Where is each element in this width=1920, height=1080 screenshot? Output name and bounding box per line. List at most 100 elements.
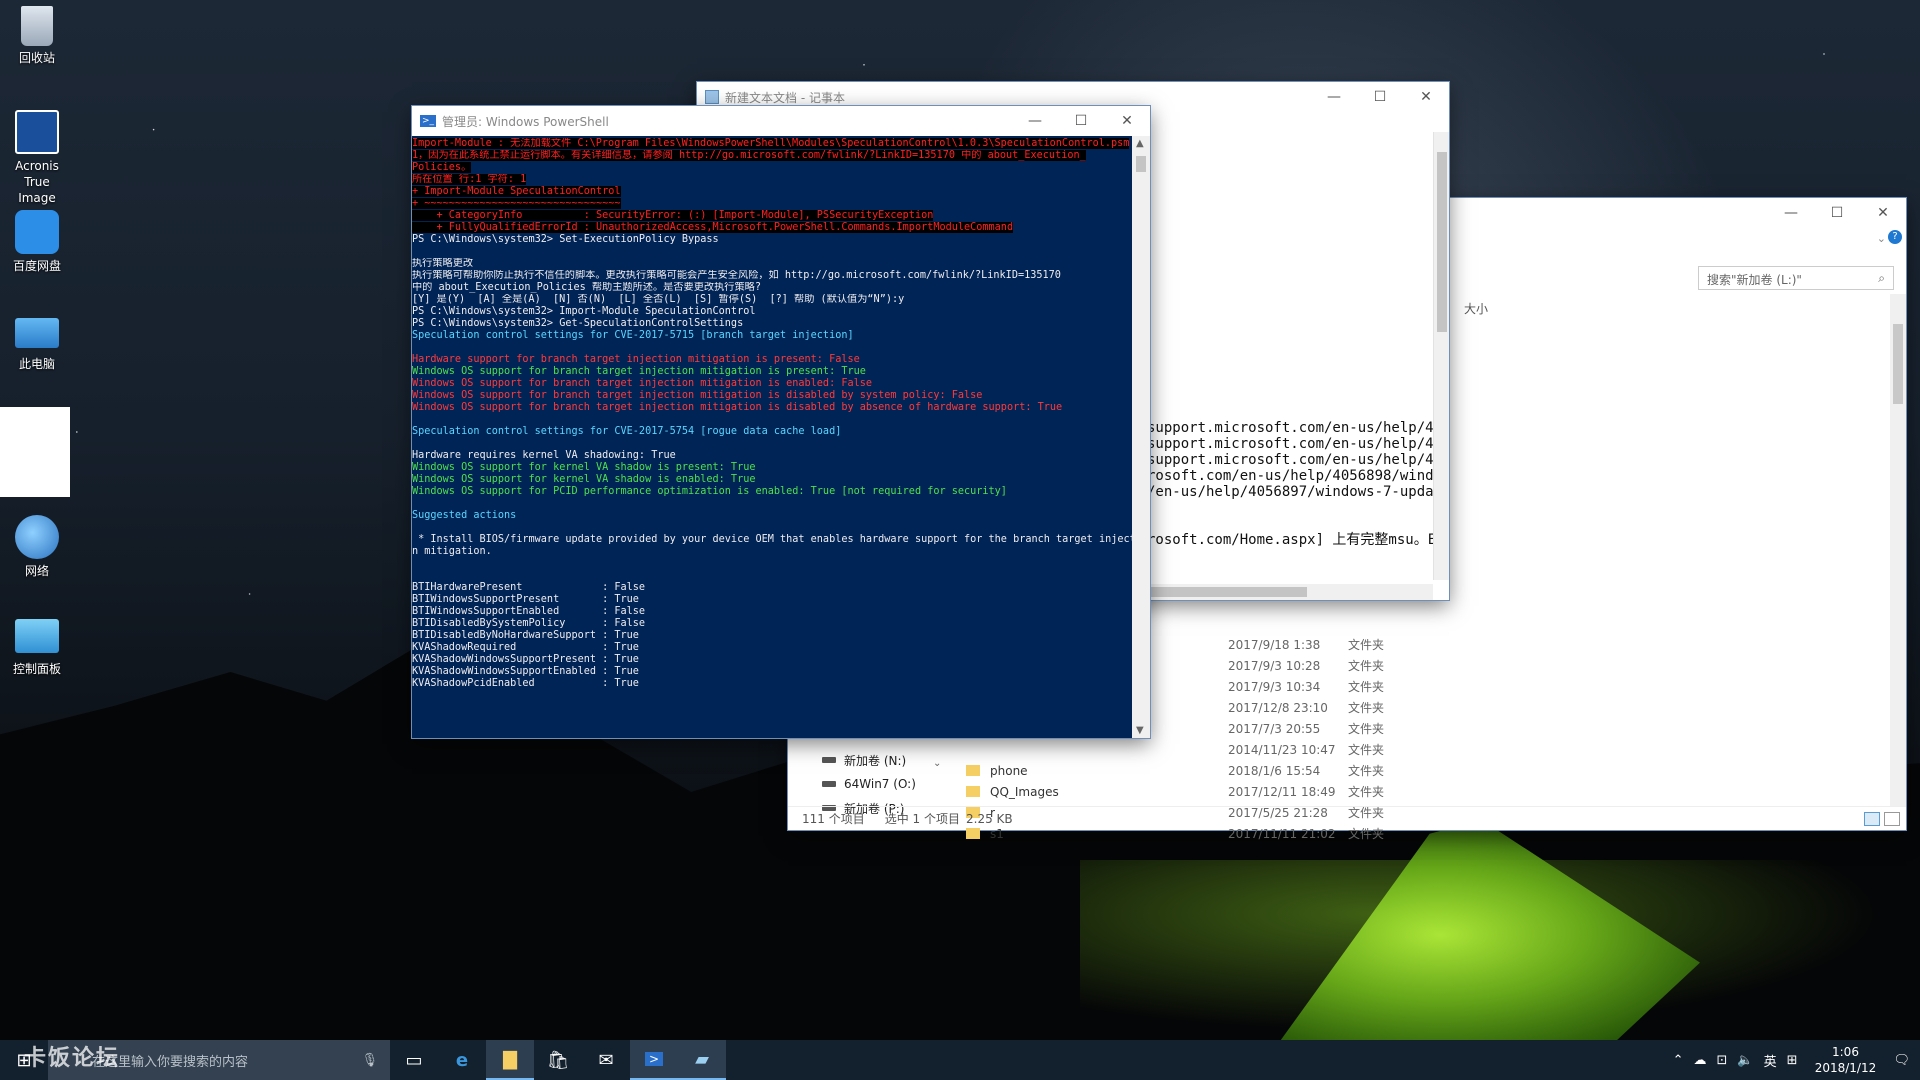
ime-indicator[interactable]: 英 bbox=[1764, 1051, 1777, 1070]
file-name: QQ_Images bbox=[990, 784, 1059, 799]
computer-icon bbox=[15, 318, 59, 348]
file-date: 2017/9/3 10:34 bbox=[1228, 679, 1321, 694]
console-line: Windows OS support for branch target inj… bbox=[412, 366, 1132, 378]
desktop-icon-label: 控制面板 bbox=[12, 662, 61, 676]
console-line-text: PS C:\Windows\system32> Get-SpeculationC… bbox=[412, 318, 744, 329]
nav-scroll-down-icon[interactable]: ⌄ bbox=[933, 758, 941, 769]
powershell-icon: > bbox=[644, 1052, 664, 1066]
console-line-text: + FullyQualifiedErrorId : UnauthorizedAc… bbox=[412, 222, 1014, 233]
scrollbar-thumb[interactable] bbox=[1136, 156, 1146, 172]
nav-item-drive-n[interactable]: 新加卷 (N:) bbox=[788, 748, 938, 772]
console-line-text: PS C:\Windows\system32> Set-ExecutionPol… bbox=[412, 234, 719, 245]
desktop-icon-this-pc[interactable]: 此电脑 bbox=[6, 312, 68, 372]
large-icons-view-icon[interactable] bbox=[1884, 811, 1900, 826]
folder-icon bbox=[966, 786, 980, 797]
desktop-icon-acronis[interactable]: Acronis True Image bbox=[6, 110, 68, 206]
task-view-button[interactable]: ▭ bbox=[390, 1040, 438, 1080]
taskbar-edge[interactable]: e bbox=[438, 1040, 486, 1080]
console-line: KVAShadowWindowsSupportEnabled : True bbox=[412, 666, 1132, 678]
console-line-text: 执行策略可帮助你防止执行不信任的脚本。更改执行策略可能会产生安全风险，如 htt… bbox=[412, 270, 1061, 281]
scrollbar-thumb[interactable] bbox=[1437, 152, 1447, 332]
scroll-down-icon[interactable]: ▼ bbox=[1136, 725, 1144, 736]
minimize-button[interactable]: — bbox=[1311, 82, 1357, 112]
scrollbar-thumb[interactable] bbox=[1893, 324, 1903, 404]
file-type: 文件夹 bbox=[1348, 638, 1385, 652]
action-center-icon[interactable]: 🗨 bbox=[1893, 1053, 1910, 1068]
console-line-text: Windows OS support for PCID performance … bbox=[412, 486, 1007, 497]
close-button[interactable]: ✕ bbox=[1104, 106, 1150, 136]
taskbar: ⊞ 在这里输入你要搜索的内容 🎙 ▭ e ▇ 🛍 ✉ > ▰ ⌃ ☁ ⊡ 🔈 英… bbox=[0, 1040, 1920, 1080]
file-row[interactable]: phone 2018/1/6 15:54 文件夹 bbox=[966, 760, 1384, 781]
taskbar-mail[interactable]: ✉ bbox=[582, 1040, 630, 1080]
scroll-up-icon[interactable]: ▲ bbox=[1136, 138, 1144, 149]
network-icon[interactable]: ⊡ bbox=[1716, 1053, 1727, 1068]
maximize-button[interactable]: ☐ bbox=[1814, 198, 1860, 228]
taskbar-store[interactable]: 🛍 bbox=[534, 1040, 582, 1080]
close-button[interactable]: ✕ bbox=[1403, 82, 1449, 112]
desktop-icon-control-panel[interactable]: 控制面板 bbox=[6, 615, 68, 677]
console-line: 1，因为在此系统上禁止运行脚本。有关详细信息，请参阅 http://go.mic… bbox=[412, 150, 1132, 162]
file-row[interactable]: QQ_Images 2017/12/11 18:49 文件夹 bbox=[966, 781, 1384, 802]
selected-count: 选中 1 个项目 bbox=[884, 812, 960, 826]
console-line-text: Windows OS support for branch target inj… bbox=[412, 366, 866, 377]
console-line: + CategoryInfo : SecurityError: (:) [Imp… bbox=[412, 210, 1132, 222]
search-input[interactable]: 搜索"新加卷 (L:)" ⌕ bbox=[1698, 266, 1894, 290]
desktop-icon-baidu-netdisk[interactable]: 百度网盘 bbox=[6, 210, 68, 274]
file-row[interactable]: 2014/11/23 10:47 文件夹 bbox=[966, 739, 1384, 760]
powershell-vertical-scrollbar[interactable]: ▲ ▼ bbox=[1132, 136, 1150, 738]
console-line: PS C:\Windows\system32> Get-SpeculationC… bbox=[412, 318, 1132, 330]
console-line-text: 执行策略更改 bbox=[412, 258, 474, 269]
console-line: * Install BIOS/firmware update provided … bbox=[412, 534, 1132, 546]
taskbar-powershell[interactable]: > bbox=[630, 1040, 678, 1080]
ribbon-expand-icon[interactable]: ⌄ bbox=[1877, 232, 1886, 245]
system-tray: ⌃ ☁ ⊡ 🔈 英 ⊞ 1:06 2018/1/12 🗨 bbox=[1673, 1044, 1920, 1076]
taskbar-file-explorer[interactable]: ▇ bbox=[486, 1040, 534, 1080]
show-hidden-icons-chevron-icon[interactable]: ⌃ bbox=[1673, 1053, 1684, 1068]
explorer-vertical-scrollbar[interactable] bbox=[1890, 294, 1906, 806]
notepad-vertical-scrollbar[interactable] bbox=[1433, 132, 1449, 580]
powershell-titlebar[interactable]: >_ 管理员: Windows PowerShell — ☐ ✕ bbox=[412, 106, 1150, 136]
clock[interactable]: 1:06 2018/1/12 bbox=[1807, 1044, 1883, 1076]
powershell-console[interactable]: Import-Module : 无法加载文件 C:\Program Files\… bbox=[412, 136, 1132, 738]
console-line-text: KVAShadowRequired : True bbox=[412, 642, 639, 653]
desktop-icon-recycle-bin[interactable]: 回收站 bbox=[6, 6, 68, 66]
desktop-icon-network[interactable]: 网络 bbox=[6, 515, 68, 579]
search-placeholder: 搜索"新加卷 (L:)" bbox=[1707, 273, 1802, 287]
forum-watermark: 卡饭论坛 bbox=[24, 1046, 121, 1071]
maximize-button[interactable]: ☐ bbox=[1357, 82, 1403, 112]
console-line: Windows OS support for branch target inj… bbox=[412, 390, 1132, 402]
help-icon[interactable]: ? bbox=[1888, 230, 1902, 244]
column-header-size[interactable]: 大小 bbox=[1464, 300, 1488, 317]
ime-mode-icon[interactable]: ⊞ bbox=[1787, 1053, 1798, 1068]
control-panel-icon bbox=[15, 619, 59, 653]
volume-icon[interactable]: 🔈 bbox=[1737, 1053, 1753, 1068]
console-line: BTIDisabledByNoHardwareSupport : True bbox=[412, 630, 1132, 642]
console-line-text: + Import-Module SpeculationControl bbox=[412, 186, 621, 197]
console-line: Import-Module : 无法加载文件 C:\Program Files\… bbox=[412, 138, 1132, 150]
taskbar-notepad[interactable]: ▰ bbox=[678, 1040, 726, 1080]
acronis-icon bbox=[15, 110, 59, 154]
console-line-text: Speculation control settings for CVE-201… bbox=[412, 426, 842, 437]
microphone-icon[interactable]: 🎙 bbox=[361, 1053, 378, 1068]
minimize-button[interactable]: — bbox=[1768, 198, 1814, 228]
close-button[interactable]: ✕ bbox=[1860, 198, 1906, 228]
maximize-button[interactable]: ☐ bbox=[1058, 106, 1104, 136]
nav-item-drive-o[interactable]: 64Win7 (O:) bbox=[788, 772, 938, 796]
details-view-icon[interactable] bbox=[1864, 811, 1880, 826]
file-type: 文件夹 bbox=[1348, 764, 1385, 778]
powershell-window[interactable]: >_ 管理员: Windows PowerShell — ☐ ✕ Import-M… bbox=[412, 106, 1150, 738]
scrollbar-thumb[interactable] bbox=[1147, 587, 1307, 597]
desktop-icon-label: Acronis True Image bbox=[15, 159, 59, 205]
selected-size: 2.25 KB bbox=[966, 811, 1013, 826]
minimize-button[interactable]: — bbox=[1012, 106, 1058, 136]
onedrive-cloud-icon[interactable]: ☁ bbox=[1693, 1053, 1706, 1068]
console-line: + ~~~~~~~~~~~~~~~~~~~~~~~~~~~~~~~~ bbox=[412, 198, 1132, 210]
nav-item-label: 新加卷 (N:) bbox=[844, 753, 907, 768]
console-line: n mitigation. bbox=[412, 546, 1132, 558]
